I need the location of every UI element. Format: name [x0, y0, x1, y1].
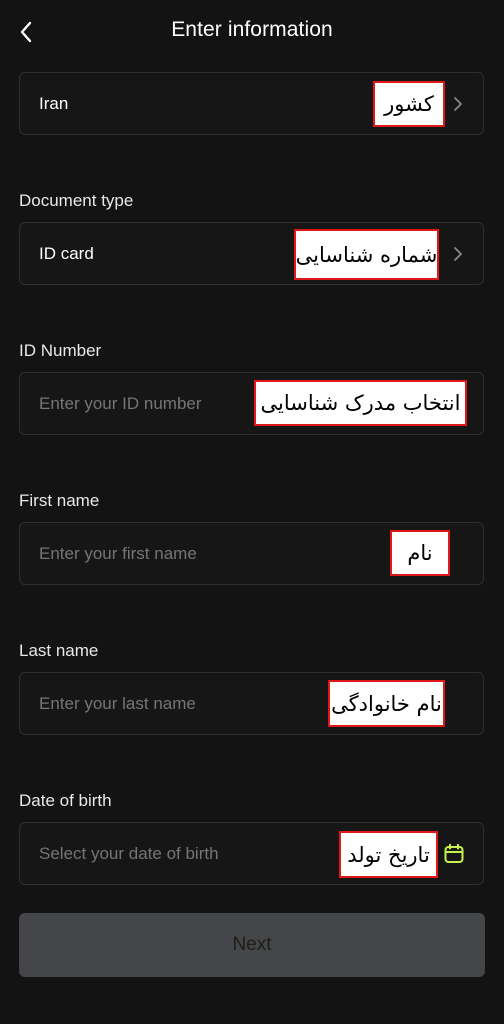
first-name-annotation: نام [390, 530, 450, 576]
date-of-birth-label: Date of birth [19, 791, 112, 810]
document-type-annotation: شماره شناسایی [294, 229, 439, 280]
date-of-birth-input[interactable] [39, 843, 339, 864]
header: Enter information [0, 0, 504, 64]
first-name-input[interactable] [39, 543, 339, 564]
chevron-right-icon [451, 244, 465, 264]
first-name-label: First name [19, 491, 100, 510]
document-type-value: ID card [39, 243, 94, 263]
chevron-right-icon [451, 94, 465, 114]
date-of-birth-annotation: تاریخ تولد [339, 831, 438, 878]
last-name-annotation: نام خانوادگی [328, 680, 445, 727]
last-name-label: Last name [19, 641, 99, 660]
country-value: Iran [39, 93, 69, 113]
id-number-label: ID Number [19, 341, 102, 360]
document-type-label: Document type [19, 191, 134, 210]
next-button[interactable]: Next [19, 913, 485, 977]
id-number-annotation: انتخاب مدرک شناسایی [254, 380, 467, 426]
last-name-input[interactable] [39, 693, 339, 714]
country-annotation: کشور [373, 81, 445, 127]
calendar-icon[interactable] [443, 843, 465, 865]
page-title: Enter information [171, 18, 333, 41]
